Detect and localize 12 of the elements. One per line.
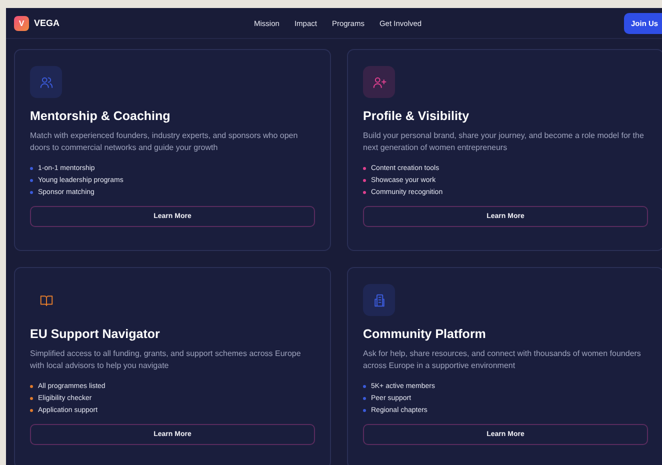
card-title: Profile & Visibility <box>363 109 470 123</box>
card-description: Ask for help, share resources, and connect with thousands of women founders across Europe in a supportive environment <box>363 348 642 372</box>
card-description: Build your personal brand, share your journey, and become a role model for the next generation of women entrepreneurs <box>363 130 645 154</box>
user-plus-icon <box>372 74 386 90</box>
brand-name: VEGA <box>34 18 60 28</box>
card-description: Simplified access to all funding, grants, and support schemes across Europe with local advisors to help you navigate <box>30 348 302 372</box>
building-icon <box>372 292 386 308</box>
card-description: Match with experienced founders, industry experts, and sponsors who open doors to commercial networks and guide your growth <box>30 130 299 154</box>
card-title: Mentorship & Coaching <box>30 109 172 123</box>
card-title: EU Support Navigator <box>30 327 161 341</box>
users-icon <box>38 74 54 90</box>
card-title: Community Platform <box>363 327 487 341</box>
